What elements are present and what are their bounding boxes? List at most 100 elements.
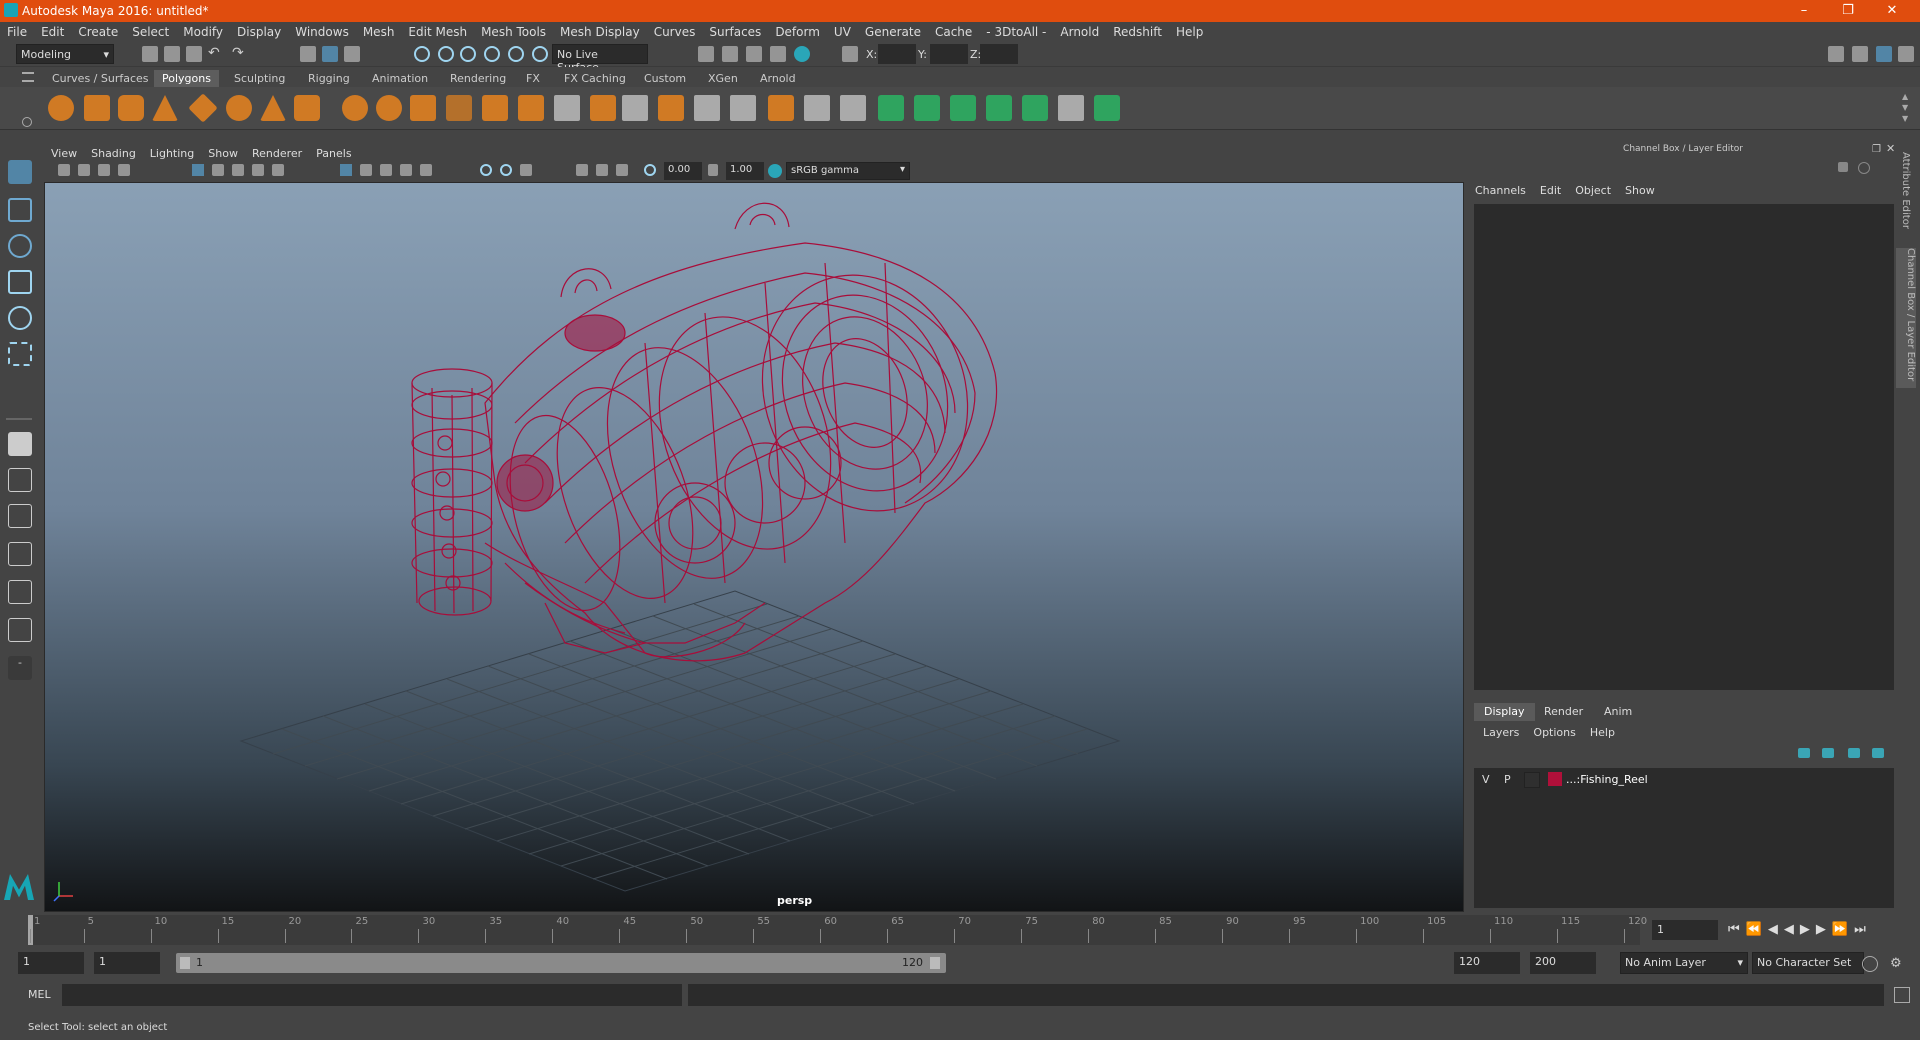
lasso-tool-icon[interactable] xyxy=(8,198,32,222)
play-backward-icon[interactable]: ◀ xyxy=(1784,922,1800,937)
menu-mesh[interactable]: Mesh xyxy=(356,22,402,42)
snap-grid-icon[interactable] xyxy=(414,46,430,62)
attribute-editor-toggle-icon[interactable] xyxy=(1852,46,1868,62)
animation-end-field[interactable]: 200 xyxy=(1530,952,1596,974)
rotate-tool-icon[interactable] xyxy=(8,306,32,330)
extract-icon[interactable] xyxy=(410,95,436,121)
single-perspective-layout-icon[interactable] xyxy=(8,432,32,456)
x-field[interactable] xyxy=(878,44,916,64)
xray-active-icon[interactable] xyxy=(616,164,628,176)
vp-menu-panels[interactable]: Panels xyxy=(309,145,358,162)
workspace-icon[interactable] xyxy=(1828,46,1844,62)
menu-file[interactable]: File xyxy=(0,22,34,42)
bevel-icon[interactable] xyxy=(482,95,508,121)
menu-cache[interactable]: Cache xyxy=(928,22,979,42)
playback-start-field[interactable]: 1 xyxy=(94,952,160,974)
menu-redshift[interactable]: Redshift xyxy=(1106,22,1169,42)
anim-layer-dropdown[interactable]: No Anim Layer ▾ xyxy=(1620,952,1748,974)
attribute-editor-side-tab[interactable]: Attribute Editor xyxy=(1900,152,1911,229)
tab-sculpting[interactable]: Sculpting xyxy=(226,70,293,87)
menu-modify[interactable]: Modify xyxy=(176,22,230,42)
field-chart-icon[interactable] xyxy=(272,164,284,176)
shadows-icon[interactable] xyxy=(480,164,492,176)
uv-editor-icon[interactable] xyxy=(1022,95,1048,121)
current-frame-field[interactable]: 1 xyxy=(1652,920,1718,940)
layer-name[interactable]: ...:Fishing_Reel xyxy=(1566,773,1648,786)
move-tool-icon[interactable] xyxy=(8,270,32,294)
step-forward-key-icon[interactable]: ▶ xyxy=(1816,922,1832,937)
menu-windows[interactable]: Windows xyxy=(288,22,356,42)
camera-attributes-icon[interactable] xyxy=(78,164,90,176)
tab-xgen[interactable]: XGen xyxy=(700,70,746,87)
go-to-start-icon[interactable]: ⏮ xyxy=(1728,922,1746,937)
poly-pipe-icon[interactable] xyxy=(294,95,320,121)
auto-key-icon[interactable] xyxy=(1862,956,1878,972)
isolate-select-icon[interactable] xyxy=(576,164,588,176)
scale-tool-icon[interactable] xyxy=(8,342,32,366)
camera-select-icon[interactable] xyxy=(58,164,70,176)
le-menu-help[interactable]: Help xyxy=(1583,724,1622,741)
gamma-field[interactable]: 1.00 xyxy=(726,162,764,180)
menu-help[interactable]: Help xyxy=(1169,22,1210,42)
poly-torus-icon[interactable] xyxy=(226,95,252,121)
poly-cylinder-icon[interactable] xyxy=(118,95,144,121)
menu-surfaces[interactable]: Surfaces xyxy=(702,22,768,42)
tab-fx[interactable]: FX xyxy=(518,70,548,87)
restore-icon[interactable]: ❐ xyxy=(1826,0,1870,22)
xray-joints-icon[interactable] xyxy=(596,164,608,176)
shelf-scroll-arrows-icon[interactable]: ▲ ▼ ▼ xyxy=(1902,91,1908,124)
tab-curves-surfaces[interactable]: Curves / Surfaces xyxy=(44,70,157,87)
menu-uv[interactable]: UV xyxy=(827,22,858,42)
script-language-label[interactable]: MEL xyxy=(28,988,51,1001)
poly-cube-icon[interactable] xyxy=(84,95,110,121)
textured-icon[interactable] xyxy=(400,164,412,176)
menu-edit-mesh[interactable]: Edit Mesh xyxy=(401,22,474,42)
poly-pyramid-icon[interactable] xyxy=(260,95,286,121)
manipulator-icon[interactable] xyxy=(1838,162,1848,172)
command-input[interactable] xyxy=(62,984,682,1006)
range-end-handle[interactable] xyxy=(930,957,940,969)
smooth-shade-icon[interactable] xyxy=(360,164,372,176)
paint-select-tool-icon[interactable] xyxy=(8,234,32,258)
tab-arnold[interactable]: Arnold xyxy=(752,70,804,87)
menu-deform[interactable]: Deform xyxy=(768,22,827,42)
render-settings-icon[interactable] xyxy=(770,46,786,62)
select-tool-icon[interactable] xyxy=(8,160,32,184)
poly-plane-icon[interactable] xyxy=(188,93,218,123)
mirror-icon[interactable] xyxy=(768,95,794,121)
resolution-gate-icon[interactable] xyxy=(232,164,244,176)
menu-create[interactable]: Create xyxy=(71,22,125,42)
vp-menu-renderer[interactable]: Renderer xyxy=(245,145,309,162)
bookmark-icon[interactable] xyxy=(98,164,110,176)
layer-row[interactable]: V P ...:Fishing_Reel xyxy=(1476,771,1892,789)
live-surface-field[interactable]: No Live Surface xyxy=(552,44,648,74)
vp-menu-shading[interactable]: Shading xyxy=(84,145,143,162)
move-layer-up-icon[interactable] xyxy=(1798,748,1810,758)
film-gate-icon[interactable] xyxy=(212,164,224,176)
exposure-icon[interactable] xyxy=(644,164,656,176)
transform-input-icon[interactable] xyxy=(842,46,858,62)
layer-playback-toggle[interactable]: P xyxy=(1504,773,1511,786)
snap-curve-icon[interactable] xyxy=(438,46,454,62)
image-plane-icon[interactable] xyxy=(118,164,130,176)
snap-point-icon[interactable] xyxy=(460,46,476,62)
automatic-mapping-icon[interactable] xyxy=(986,95,1012,121)
close-icon[interactable]: ✕ xyxy=(1870,0,1914,22)
step-back-key-icon[interactable]: ◀ xyxy=(1768,922,1784,937)
select-hierarchy-icon[interactable] xyxy=(300,46,316,62)
cb-menu-edit[interactable]: Edit xyxy=(1533,182,1568,199)
cb-menu-channels[interactable]: Channels xyxy=(1468,182,1533,199)
vp-menu-lighting[interactable]: Lighting xyxy=(143,145,201,162)
animation-preferences-icon[interactable]: ⚙ xyxy=(1890,956,1902,971)
tab-rigging[interactable]: Rigging xyxy=(300,70,358,87)
cb-menu-show[interactable]: Show xyxy=(1618,182,1662,199)
move-layer-down-icon[interactable] xyxy=(1822,748,1834,758)
bridge-icon[interactable] xyxy=(554,95,580,121)
snap-live-icon[interactable] xyxy=(508,46,524,62)
tab-rendering[interactable]: Rendering xyxy=(442,70,514,87)
persp-hypershade-layout-icon[interactable] xyxy=(8,580,32,604)
extrude-icon[interactable] xyxy=(518,95,544,121)
range-start-handle[interactable] xyxy=(180,957,190,969)
character-set-dropdown[interactable]: No Character Set xyxy=(1752,952,1864,974)
speed-icon[interactable] xyxy=(1858,162,1870,174)
